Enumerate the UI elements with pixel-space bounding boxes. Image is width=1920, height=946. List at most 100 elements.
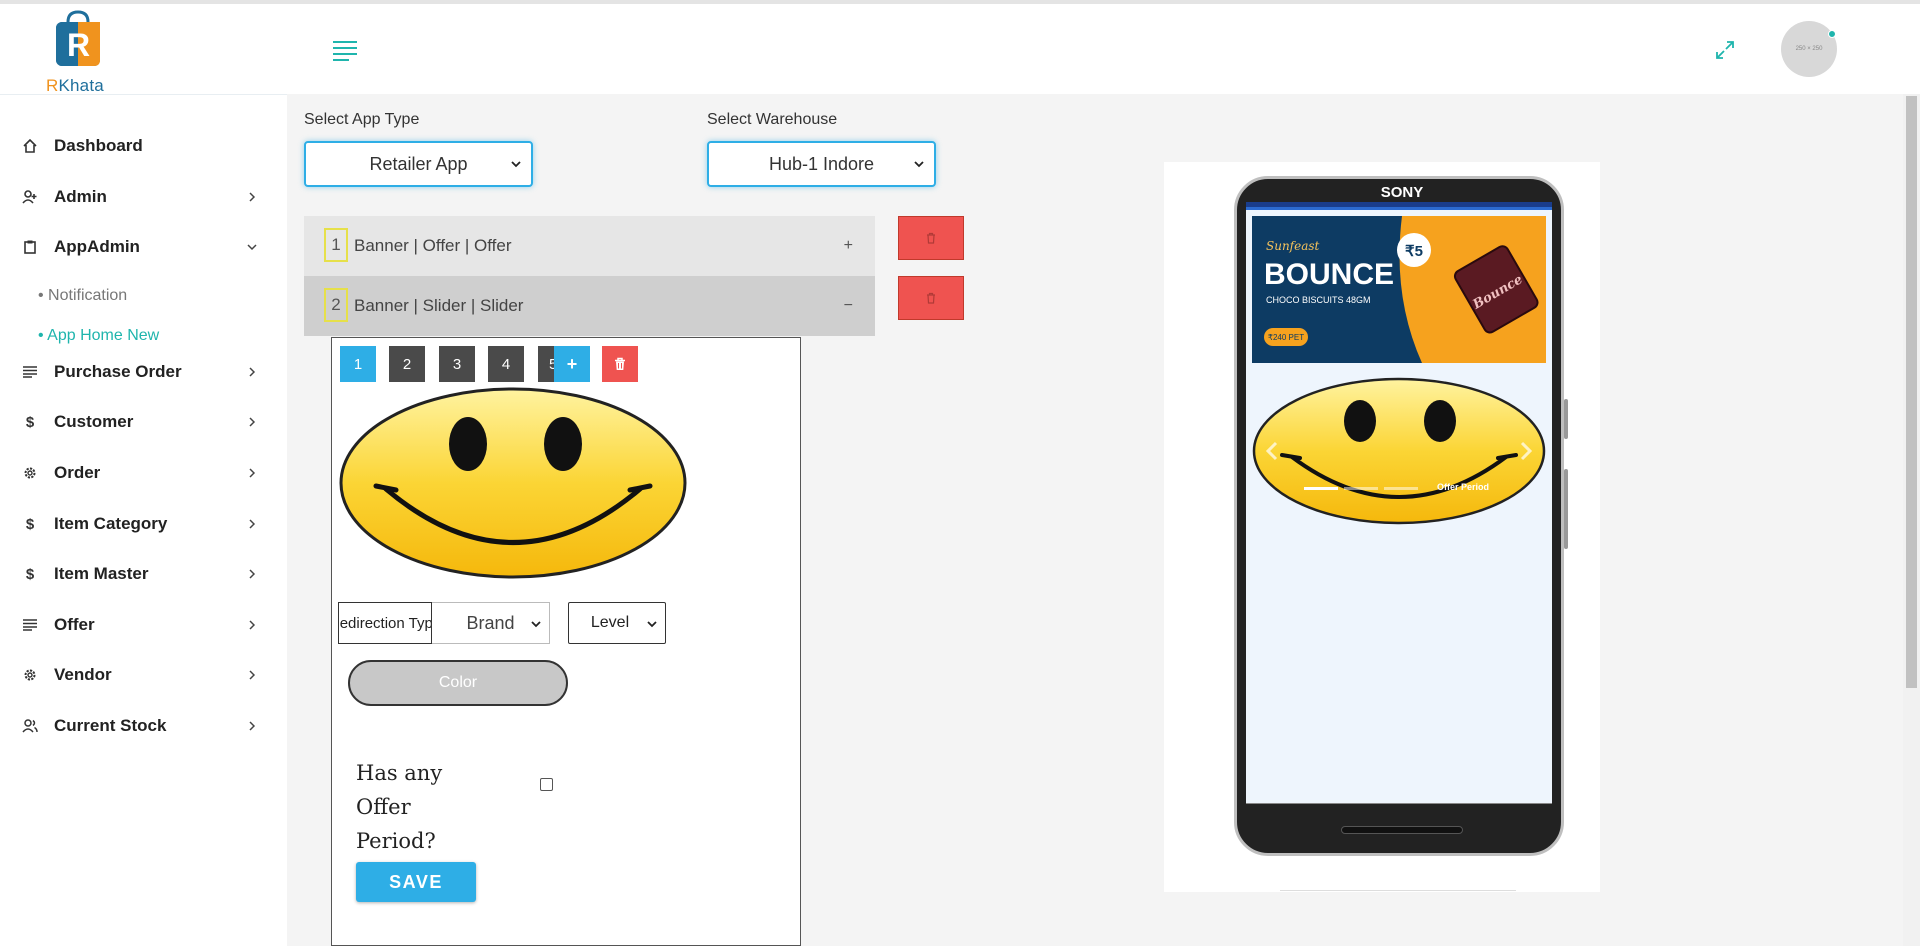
scrollbar-thumb[interactable]	[1906, 96, 1917, 688]
sidebar-item-label: Admin	[54, 187, 107, 206]
sidebar: R RKhata Dashboard Admin AppAdmin • Noti…	[0, 4, 287, 946]
add-slide-button[interactable]: +	[554, 346, 590, 382]
home-icon	[22, 138, 38, 154]
redirection-group: Redirection Type Brand	[338, 602, 550, 644]
sidebar-item-order[interactable]: Order	[0, 453, 287, 493]
avatar[interactable]: 250 × 250	[1781, 21, 1837, 77]
warehouse-select[interactable]: Hub-1 Indore	[707, 141, 936, 187]
offer-period-question: Has any Offer Period?	[356, 761, 443, 853]
bounce-banner-graphic: ₹5 Sunfeast BOUNCE CHOCO BISCUITS 48GM ₹…	[1252, 216, 1546, 363]
sidebar-item-label: Offer	[54, 615, 95, 634]
slide-tab-5[interactable]: 5	[538, 346, 554, 382]
svg-text:CHOCO BISCUITS 48GM: CHOCO BISCUITS 48GM	[1266, 295, 1371, 305]
phone-mockup: SONY ₹5 Sunfeast BOUNCE CHOCO BISCUITS 4…	[1234, 176, 1568, 856]
warehouse-value: Hub-1 Indore	[768, 153, 875, 174]
shopping-bag-logo-icon: R	[56, 10, 100, 66]
sidebar-item-current-stock[interactable]: Current Stock	[0, 706, 287, 746]
logo-wordmark: RKhata	[46, 76, 104, 95]
slide-tab-1[interactable]: 1	[340, 346, 376, 382]
trash-icon	[615, 357, 625, 370]
slide-tab-4[interactable]: 4	[488, 346, 524, 382]
chevron-right-icon	[249, 417, 256, 427]
phone-home-bar	[1341, 826, 1463, 834]
chevron-right-icon	[249, 620, 256, 630]
sidebar-item-vendor[interactable]: Vendor	[0, 655, 287, 695]
sidebar-item-label: Item Master	[54, 564, 149, 583]
sidebar-item-dashboard[interactable]: Dashboard	[0, 126, 287, 166]
chevron-down-icon	[647, 621, 657, 628]
chevron-down-icon	[531, 621, 541, 628]
redirection-brand-select[interactable]: Brand	[432, 602, 550, 644]
sidebar-item-appadmin[interactable]: AppAdmin	[0, 227, 287, 267]
dollar-icon: $	[25, 413, 35, 431]
section-number: 2	[324, 288, 348, 322]
sidebar-subitem-app-home-new[interactable]: • App Home New	[38, 327, 159, 345]
section-title: Banner | Offer | Offer	[354, 236, 512, 255]
trash-icon	[927, 292, 935, 304]
chevron-down-icon	[247, 244, 257, 251]
svg-text:Sunfeast: Sunfeast	[1266, 239, 1320, 253]
sidebar-item-label: AppAdmin	[54, 237, 140, 256]
slide-tab-2[interactable]: 2	[389, 346, 425, 382]
app-type-value: Retailer App	[369, 153, 468, 174]
phone-brand-label: SONY	[1380, 184, 1424, 201]
delete-section-1-button[interactable]	[898, 216, 964, 260]
brand-select-value: Brand	[466, 612, 515, 633]
online-status-dot	[1828, 30, 1836, 38]
sidebar-item-label: Purchase Order	[54, 362, 182, 381]
phone-screen-bottom-line	[1246, 803, 1552, 804]
warehouse-label: Select Warehouse	[707, 111, 838, 128]
sidebar-item-admin[interactable]: Admin	[0, 177, 287, 217]
chevron-down-icon	[914, 161, 924, 168]
slider-editor-panel: 1 2 3 4 5 + Redirection Type Brand Level…	[331, 337, 801, 946]
sidebar-item-label: Current Stock	[54, 716, 167, 735]
phone-status-bar	[1246, 207, 1552, 210]
svg-text:₹5: ₹5	[1405, 243, 1423, 260]
phone-power-button	[1564, 469, 1568, 549]
sidebar-item-label: Dashboard	[54, 136, 143, 155]
color-picker-button[interactable]: Color	[348, 660, 568, 706]
phone-volume-button	[1564, 399, 1568, 439]
sidebar-subitem-notification[interactable]: • Notification	[38, 287, 127, 305]
chevron-right-icon	[249, 569, 256, 579]
sidebar-item-label: Customer	[54, 412, 134, 431]
list-icon	[22, 617, 38, 633]
clipboard-icon	[22, 239, 38, 255]
svg-text:Offer Period: Offer Period	[1437, 482, 1489, 492]
delete-section-2-button[interactable]	[898, 276, 964, 320]
level-select[interactable]: Level	[568, 602, 666, 644]
redirection-type-label: Redirection Type	[338, 602, 432, 644]
smiley-slide-image	[339, 387, 687, 579]
sidebar-item-item-category[interactable]: $ Item Category	[0, 504, 287, 544]
menu-toggle-icon[interactable]	[333, 41, 357, 61]
section-header-1[interactable]: 1 Banner | Offer | Offer +	[304, 216, 875, 276]
chevron-right-icon	[249, 192, 256, 202]
chevron-down-icon	[511, 161, 521, 168]
chevron-right-icon	[249, 367, 256, 377]
chevron-right-icon	[249, 721, 256, 731]
slide-tab-3[interactable]: 3	[439, 346, 475, 382]
offer-period-checkbox[interactable]	[540, 778, 553, 791]
sidebar-item-purchase-order[interactable]: Purchase Order	[0, 352, 287, 392]
gear-icon	[22, 667, 38, 683]
sidebar-item-customer[interactable]: $ Customer	[0, 402, 287, 442]
svg-text:₹240 PET: ₹240 PET	[1268, 333, 1304, 342]
fullscreen-expand-icon[interactable]	[1715, 40, 1735, 60]
delete-slide-button[interactable]	[602, 346, 638, 382]
collapse-minus-icon: −	[843, 297, 853, 314]
logo-divider	[0, 94, 287, 95]
section-header-2[interactable]: 2 Banner | Slider | Slider −	[304, 276, 875, 336]
chevron-right-icon	[249, 670, 256, 680]
trash-icon	[927, 232, 935, 244]
app-type-label: Select App Type	[304, 111, 420, 128]
gear-icon	[22, 465, 38, 481]
app-type-select[interactable]: Retailer App	[304, 141, 533, 187]
users-icon	[22, 718, 38, 734]
sidebar-item-offer[interactable]: Offer	[0, 605, 287, 645]
svg-text:R: R	[67, 27, 90, 63]
section-title: Banner | Slider | Slider	[354, 296, 524, 315]
sidebar-item-item-master[interactable]: $ Item Master	[0, 554, 287, 594]
banner-offer-image: ₹5 Sunfeast BOUNCE CHOCO BISCUITS 48GM ₹…	[1252, 216, 1546, 363]
rkhata-logo[interactable]: R RKhata	[40, 6, 120, 98]
save-button[interactable]: SAVE	[356, 862, 476, 902]
